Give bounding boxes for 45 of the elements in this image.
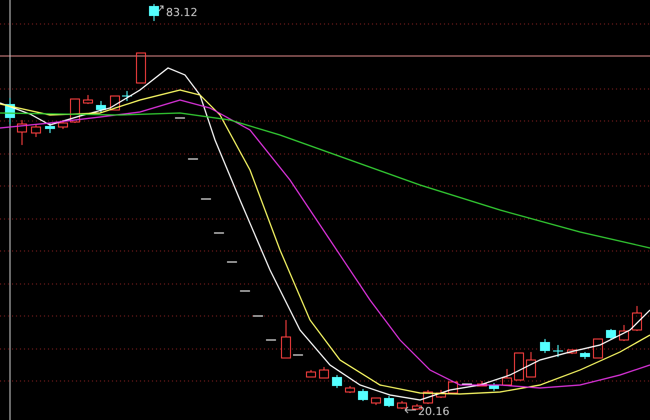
candlestick	[83, 94, 93, 104]
candlestick	[149, 4, 159, 22]
arrow-icon	[158, 6, 164, 12]
candlestick	[514, 352, 524, 380]
candlestick	[319, 366, 329, 378]
dash-mark	[200, 198, 212, 200]
candlestick	[580, 352, 590, 360]
candlestick	[489, 382, 499, 392]
dash-mark	[292, 354, 304, 356]
candlestick	[70, 98, 80, 124]
candlestick	[606, 328, 616, 340]
candlestick	[477, 380, 487, 386]
candlestick	[371, 398, 381, 406]
price-label: 20.16	[418, 405, 450, 418]
candlestick	[502, 368, 512, 386]
candlestick	[552, 344, 564, 358]
candlestick	[436, 390, 446, 398]
candlestick	[332, 374, 342, 388]
candlestick	[122, 90, 132, 102]
candlestick	[281, 320, 291, 358]
candlestick	[619, 324, 629, 342]
candlestick	[384, 396, 394, 408]
candlestick	[45, 122, 55, 134]
candlestick	[110, 96, 120, 110]
dash-mark	[240, 290, 250, 292]
candlestick	[31, 124, 41, 138]
candlestick	[448, 382, 458, 394]
arrow-icon	[404, 406, 416, 414]
candlestick	[540, 338, 550, 354]
candlestick	[5, 98, 15, 124]
candlestick	[526, 352, 536, 378]
candlestick	[58, 120, 68, 130]
candlestick	[358, 388, 368, 402]
dash-mark	[214, 232, 224, 234]
candlestick	[306, 370, 316, 378]
candlestick	[345, 386, 355, 394]
price-label: 83.12	[166, 6, 198, 19]
candlestick	[632, 306, 642, 332]
dash-mark	[188, 158, 198, 160]
candlestick	[567, 350, 577, 354]
candlestick	[17, 120, 27, 146]
candlestick	[593, 338, 603, 358]
candlestick	[397, 400, 407, 410]
candlestick	[96, 100, 106, 114]
candlestick	[136, 52, 146, 84]
